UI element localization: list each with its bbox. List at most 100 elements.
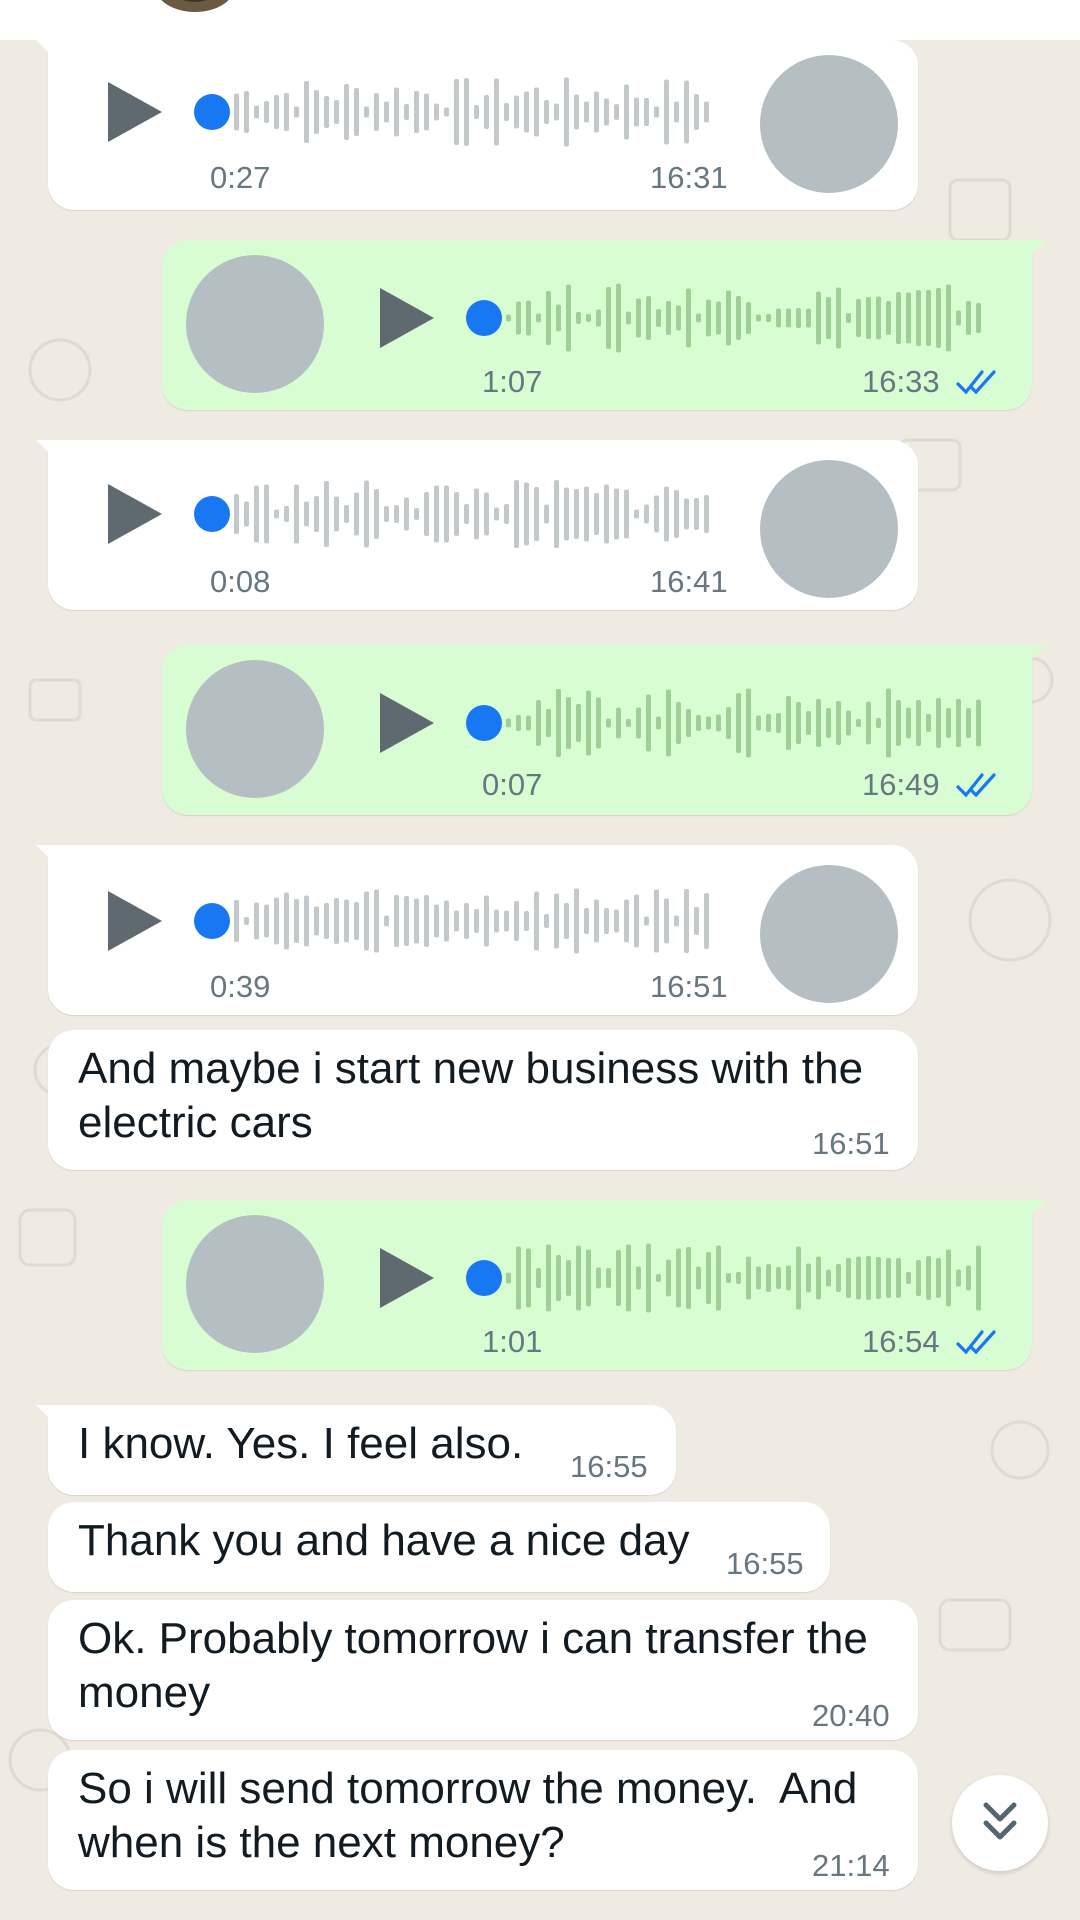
- waveform-bar: [564, 903, 569, 939]
- waveform-bar: [354, 88, 359, 136]
- waveform-bar: [404, 497, 409, 531]
- waveform[interactable]: [234, 72, 714, 152]
- waveform-bar: [956, 1269, 961, 1287]
- waveform-bar: [494, 507, 499, 521]
- waveform-bar: [254, 485, 259, 543]
- waveform-bar: [454, 910, 459, 932]
- waveform-bar: [786, 308, 791, 328]
- waveform-bar: [634, 894, 639, 948]
- waveform-bar: [634, 97, 639, 127]
- waveform-bar: [676, 702, 681, 744]
- waveform-bar: [414, 508, 419, 520]
- waveform-bar: [554, 480, 559, 548]
- waveform-bar: [624, 84, 629, 140]
- voice-message-outgoing[interactable]: 0:07 16:49: [162, 645, 1046, 815]
- waveform-bar: [504, 910, 509, 932]
- waveform-bar: [866, 1256, 871, 1300]
- waveform-bar: [614, 488, 619, 540]
- waveform-bar: [686, 288, 691, 348]
- play-icon[interactable]: [108, 82, 162, 142]
- waveform-bar: [234, 93, 239, 131]
- waveform-bar: [644, 916, 649, 926]
- waveform-bar: [534, 891, 539, 951]
- voice-progress-handle[interactable]: [194, 903, 230, 939]
- waveform-bar: [294, 484, 299, 544]
- waveform-bar: [806, 308, 811, 328]
- waveform[interactable]: [506, 683, 986, 763]
- voice-duration: 0:27: [210, 160, 271, 195]
- voice-message-incoming[interactable]: 0:27 16:31: [36, 40, 918, 210]
- waveform-bar: [674, 490, 679, 538]
- voice-progress-handle[interactable]: [466, 300, 502, 336]
- waveform-bar: [364, 891, 369, 951]
- waveform-bar: [574, 489, 579, 539]
- waveform-bar: [564, 77, 569, 147]
- play-icon[interactable]: [108, 891, 162, 951]
- waveform-bar: [536, 700, 541, 746]
- waveform-bar: [606, 1268, 611, 1288]
- waveform-bar: [856, 1256, 861, 1300]
- voice-message-outgoing[interactable]: 1:01 16:54: [162, 1200, 1046, 1370]
- play-icon[interactable]: [108, 484, 162, 544]
- voice-progress-handle[interactable]: [194, 94, 230, 130]
- waveform[interactable]: [234, 474, 714, 554]
- play-icon[interactable]: [380, 1248, 434, 1308]
- scroll-to-bottom-button[interactable]: [952, 1775, 1048, 1871]
- waveform-bar: [634, 509, 639, 519]
- waveform-bar: [776, 713, 781, 733]
- waveform-bar: [686, 1247, 691, 1309]
- waveform-bar: [574, 888, 579, 954]
- waveform-bar: [586, 1249, 591, 1307]
- voice-progress-handle[interactable]: [194, 496, 230, 532]
- text-message-incoming[interactable]: So i will send tomorrow the money. And w…: [48, 1750, 918, 1890]
- voice-message-outgoing[interactable]: 1:07 16:33: [162, 240, 1046, 410]
- play-icon[interactable]: [380, 693, 434, 753]
- waveform-bar: [706, 299, 711, 337]
- waveform-bar: [606, 287, 611, 349]
- waveform[interactable]: [506, 1238, 986, 1318]
- waveform-bar: [284, 93, 289, 131]
- text-message-incoming[interactable]: Ok. Probably tomorrow i can transfer the…: [48, 1600, 918, 1740]
- voice-message-incoming[interactable]: 0:08 16:41: [36, 440, 918, 610]
- waveform-bar: [926, 290, 931, 346]
- chat-header: [0, 0, 1080, 40]
- text-message-incoming[interactable]: And maybe i start new business with the …: [48, 1030, 918, 1170]
- waveform-bar: [826, 708, 831, 738]
- waveform-bar: [766, 714, 771, 732]
- waveform-bar: [554, 103, 559, 121]
- waveform-bar: [966, 708, 971, 738]
- waveform-bar: [946, 284, 951, 352]
- waveform-bar: [966, 1265, 971, 1291]
- voice-progress-handle[interactable]: [466, 705, 502, 741]
- waveform-bar: [906, 292, 911, 344]
- text-message-incoming[interactable]: Thank you and have a nice day 16:55: [48, 1502, 830, 1592]
- waveform-bar: [684, 498, 689, 530]
- waveform-bar: [606, 718, 611, 728]
- waveform-bar: [514, 480, 519, 548]
- waveform-bar: [596, 309, 601, 327]
- voice-progress-handle[interactable]: [466, 1260, 502, 1296]
- message-time: 16:49: [862, 767, 940, 802]
- message-text: Thank you and have a nice day: [78, 1516, 690, 1565]
- sender-avatar: [760, 460, 898, 598]
- waveform-bar: [896, 292, 901, 344]
- waveform-bar: [706, 1252, 711, 1304]
- play-icon[interactable]: [380, 288, 434, 348]
- waveform-bar: [264, 484, 269, 544]
- waveform-bar: [704, 893, 709, 949]
- waveform-bar: [614, 909, 619, 933]
- voice-message-incoming[interactable]: 0:39 16:51: [36, 845, 918, 1015]
- waveform[interactable]: [506, 278, 986, 358]
- waveform-bar: [906, 1272, 911, 1284]
- contact-avatar-icon[interactable]: [155, 0, 235, 12]
- waveform-bar: [936, 698, 941, 748]
- waveform-bar: [856, 299, 861, 337]
- waveform-bar: [946, 1249, 951, 1307]
- message-text: I know. Yes. I feel also.: [78, 1419, 524, 1468]
- waveform-bar: [826, 1269, 831, 1287]
- waveform[interactable]: [234, 881, 714, 961]
- double-chevron-down-icon: [983, 1802, 1017, 1840]
- waveform-bar: [676, 1248, 681, 1308]
- text-message-incoming[interactable]: I know. Yes. I feel also. 16:55: [36, 1405, 676, 1495]
- waveform-bar: [684, 80, 689, 144]
